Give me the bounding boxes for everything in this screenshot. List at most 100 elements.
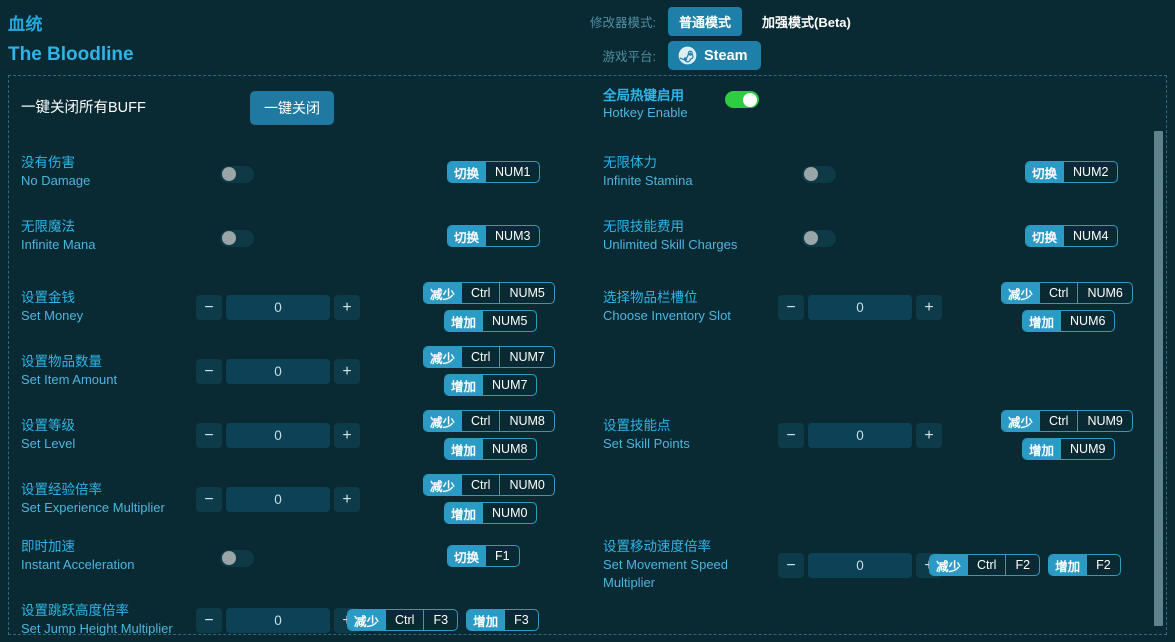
- hotkey-badge[interactable]: 减少CtrlNUM6: [1001, 282, 1133, 304]
- increment-button[interactable]: +: [334, 359, 360, 384]
- hotkey-key: NUM8: [499, 411, 553, 431]
- cheat-panel: 一键关闭所有BUFF 一键关闭 全局热键启用 Hotkey Enable 没有伤…: [8, 75, 1167, 635]
- hotkey-badge[interactable]: 增加NUM5: [444, 310, 537, 332]
- decrement-button[interactable]: −: [196, 487, 222, 512]
- hotkey-badge[interactable]: 增加NUM8: [444, 438, 537, 460]
- cheat-row-labels: 没有伤害No Damage: [21, 154, 196, 190]
- cheat-row: 设置等级Set Level−0+减少CtrlNUM8增加NUM8: [21, 410, 423, 460]
- hotkey-badge[interactable]: 减少CtrlNUM5: [423, 282, 555, 304]
- hotkey-badge[interactable]: 增加NUM0: [444, 502, 537, 524]
- cheat-row: 设置跳跃高度倍率Set Jump Height Multiplier−0+减少C…: [21, 602, 539, 638]
- hotkey-badge[interactable]: 切换NUM2: [1025, 161, 1118, 183]
- hotkey-badge[interactable]: 切换F1: [447, 545, 520, 567]
- toggle-knob: [222, 231, 236, 245]
- hotkey-key: NUM0: [482, 503, 536, 523]
- cheat-toggle[interactable]: [220, 230, 254, 247]
- cheat-row-control: −0+: [196, 608, 347, 633]
- hotkey-badge[interactable]: 增加F2: [1048, 554, 1121, 576]
- cheat-row: 设置物品数量Set Item Amount−0+减少CtrlNUM7增加NUM7: [21, 346, 423, 396]
- hotkey-key: Ctrl: [461, 475, 499, 495]
- cheat-row: 无限技能费用Unlimited Skill Charges切换NUM4: [603, 218, 1025, 254]
- cheat-row-labels: 即时加速Instant Acceleration: [21, 538, 196, 574]
- decrement-button[interactable]: −: [196, 295, 222, 320]
- cheat-label-en: Unlimited Skill Charges: [603, 236, 778, 254]
- hotkey-badge[interactable]: 增加NUM6: [1022, 310, 1115, 332]
- mode-tab-enhanced[interactable]: 加强模式(Beta): [751, 7, 862, 36]
- decrement-button[interactable]: −: [778, 423, 804, 448]
- hotkey-badge[interactable]: 增加NUM9: [1022, 438, 1115, 460]
- cheat-row-control: [778, 162, 929, 183]
- cheat-row-control: −0+: [778, 423, 929, 448]
- hotkey-badge[interactable]: 减少CtrlNUM0: [423, 474, 555, 496]
- cheat-label-en: Set Money: [21, 307, 196, 325]
- cheat-toggle[interactable]: [802, 230, 836, 247]
- cheat-label-cn: 没有伤害: [21, 154, 196, 172]
- value-input[interactable]: 0: [226, 423, 330, 448]
- hotkey-action-tag: 切换: [448, 226, 485, 246]
- hotkey-badge[interactable]: 切换NUM1: [447, 161, 540, 183]
- hotkey-enable-label-en: Hotkey Enable: [603, 104, 715, 122]
- platform-button-label: Steam: [704, 48, 748, 64]
- decrement-button[interactable]: −: [778, 553, 804, 578]
- increment-button[interactable]: +: [916, 295, 942, 320]
- cheat-row-control: −0+: [196, 487, 347, 512]
- all-buffs-off-label: 一键关闭所有BUFF: [21, 96, 146, 117]
- hotkey-badge[interactable]: 切换NUM4: [1025, 225, 1118, 247]
- cheat-row-labels: 无限技能费用Unlimited Skill Charges: [603, 218, 778, 254]
- hotkey-action-tag: 增加: [1023, 439, 1060, 459]
- hotkey-badge[interactable]: 增加F3: [466, 609, 539, 631]
- value-input[interactable]: 0: [808, 295, 912, 320]
- hotkey-key: NUM4: [1063, 226, 1117, 246]
- cheat-label-en: Set Movement Speed Multiplier: [603, 556, 778, 592]
- modifier-mode-row: 修改器模式: 普通模式 加强模式(Beta): [586, 7, 862, 36]
- increment-button[interactable]: +: [334, 423, 360, 448]
- cheat-row-control: −0+: [196, 359, 347, 384]
- mode-tab-normal[interactable]: 普通模式: [668, 7, 742, 36]
- decrement-button[interactable]: −: [196, 359, 222, 384]
- cheat-row-labels: 无限体力Infinite Stamina: [603, 154, 778, 190]
- decrement-button[interactable]: −: [196, 423, 222, 448]
- hotkey-action-tag: 增加: [445, 503, 482, 523]
- value-input[interactable]: 0: [808, 553, 912, 578]
- increment-button[interactable]: +: [334, 295, 360, 320]
- value-stepper: −0+: [196, 487, 360, 512]
- cheat-toggle[interactable]: [220, 166, 254, 183]
- decrement-button[interactable]: −: [196, 608, 222, 633]
- hotkey-key: NUM5: [482, 311, 536, 331]
- cheat-label-cn: 设置物品数量: [21, 353, 196, 371]
- hotkey-badge[interactable]: 减少CtrlNUM7: [423, 346, 555, 368]
- cheat-row: 设置移动速度倍率Set Movement Speed Multiplier−0+…: [603, 538, 1121, 592]
- hotkey-badge[interactable]: 增加NUM7: [444, 374, 537, 396]
- hotkey-badge[interactable]: 减少CtrlNUM9: [1001, 410, 1133, 432]
- value-stepper: −0+: [196, 359, 360, 384]
- cheat-toggle[interactable]: [220, 550, 254, 567]
- hotkey-badge[interactable]: 减少CtrlF2: [929, 554, 1040, 576]
- all-buffs-off-button[interactable]: 一键关闭: [250, 91, 334, 125]
- hotkey-badge[interactable]: 减少CtrlNUM8: [423, 410, 555, 432]
- decrement-button[interactable]: −: [778, 295, 804, 320]
- cheat-toggle[interactable]: [802, 166, 836, 183]
- hotkey-group: 减少CtrlF2增加F2: [929, 554, 1121, 576]
- platform-button-steam[interactable]: Steam: [668, 41, 761, 70]
- cheat-row-control: [196, 226, 347, 247]
- value-input[interactable]: 0: [226, 295, 330, 320]
- hotkey-key: F2: [1005, 555, 1039, 575]
- value-input[interactable]: 0: [226, 359, 330, 384]
- vertical-scrollbar[interactable]: [1154, 131, 1163, 626]
- value-input[interactable]: 0: [226, 487, 330, 512]
- hotkey-key: NUM9: [1060, 439, 1114, 459]
- value-input[interactable]: 0: [226, 608, 330, 633]
- cheat-label-cn: 设置经验倍率: [21, 481, 196, 499]
- hotkey-badge[interactable]: 减少CtrlF3: [347, 609, 458, 631]
- hotkey-action-tag: 增加: [1049, 555, 1086, 575]
- increment-button[interactable]: +: [334, 487, 360, 512]
- increment-button[interactable]: +: [916, 423, 942, 448]
- cheat-row-control: [196, 546, 347, 567]
- cheat-label-en: Instant Acceleration: [21, 556, 196, 574]
- hotkey-key: F1: [485, 546, 519, 566]
- cheat-label-cn: 即时加速: [21, 538, 196, 556]
- hotkey-enable-toggle[interactable]: [725, 91, 759, 108]
- hotkey-action-tag: 减少: [930, 555, 967, 575]
- value-input[interactable]: 0: [808, 423, 912, 448]
- hotkey-badge[interactable]: 切换NUM3: [447, 225, 540, 247]
